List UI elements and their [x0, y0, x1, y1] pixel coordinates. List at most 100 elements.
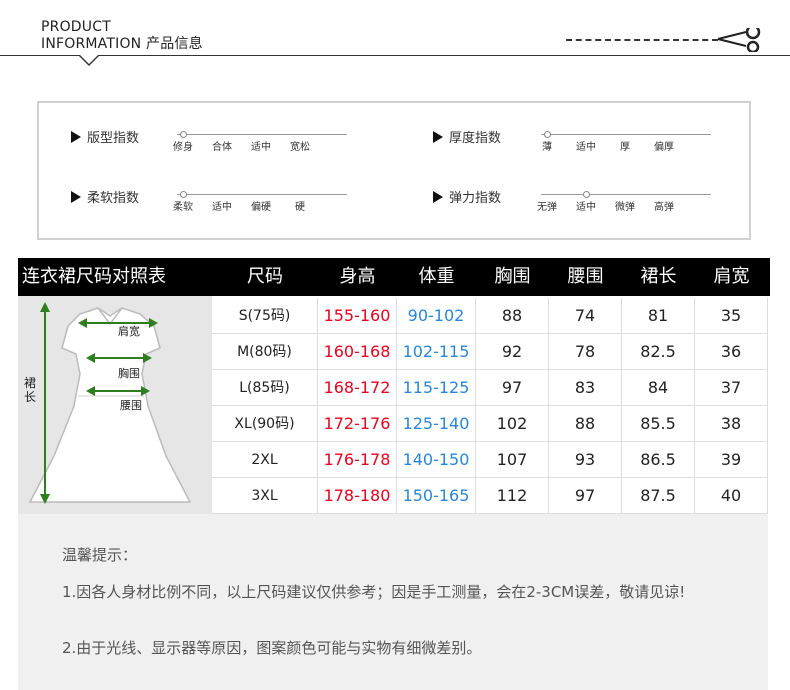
section-title-en: PRODUCT — [41, 19, 111, 35]
index-label: 弹力指数 — [449, 191, 502, 206]
cell-skirt-length: 85.5 — [622, 406, 695, 442]
index-row-thickness: 厚度指数 薄 适中 厚 偏厚 — [433, 127, 723, 157]
cell-chest: 92 — [476, 334, 549, 370]
col-header-size: 尺码 — [247, 266, 283, 287]
index-option: 薄 — [542, 142, 552, 153]
col-header-waist: 腰围 — [567, 266, 604, 287]
col-header-chest: 胸围 — [494, 266, 531, 287]
index-row-softness: 柔软指数 柔软 适中 偏硬 硬 — [71, 187, 351, 217]
table-row: 3XL 178-180 150-165 112 97 87.5 40 — [212, 478, 768, 514]
index-option: 硬 — [295, 202, 305, 213]
cell-chest: 97 — [476, 370, 549, 406]
index-marker-dot — [180, 191, 187, 198]
cell-waist: 88 — [549, 406, 622, 442]
table-row: L(85码) 168-172 115-125 97 83 84 37 — [212, 370, 768, 406]
index-option: 偏厚 — [654, 142, 674, 153]
cell-chest: 102 — [476, 406, 549, 442]
triangle-bullet-icon — [433, 130, 443, 143]
index-option: 适中 — [576, 142, 596, 153]
size-table-body: S(75码) 155-160 90-102 88 74 81 35 M(80码) 160-168… — [212, 296, 768, 514]
cell-waist: 74 — [549, 298, 622, 334]
cut-line — [566, 39, 718, 41]
tips-panel: 温馨提示： 1.因各人身材比例不同，以上尺码建议仅供参考；因是手工测量，会在2-… — [18, 514, 768, 690]
index-marker-dot — [583, 191, 590, 198]
index-label: 版型指数 — [87, 131, 140, 146]
cell-weight: 125-140 — [397, 406, 476, 442]
header-divider — [0, 55, 790, 56]
section-title: PRODUCT INFORMATION 产品信息 — [41, 19, 203, 53]
table-row: S(75码) 155-160 90-102 88 74 81 35 — [212, 298, 768, 334]
label-waist: 腰围 — [120, 399, 142, 412]
index-option: 适中 — [251, 142, 271, 153]
size-table-title: 连衣裙尺码对照表 — [22, 266, 166, 287]
dress-outline-icon — [28, 302, 192, 504]
cell-size: 2XL — [212, 442, 318, 478]
cell-skirt-length: 87.5 — [622, 478, 695, 514]
cell-waist: 97 — [549, 478, 622, 514]
cell-chest: 107 — [476, 442, 549, 478]
label-shoulder: 肩宽 — [118, 325, 140, 338]
cell-height: 168-172 — [318, 370, 397, 406]
triangle-bullet-icon — [71, 130, 81, 143]
tip-item-1: 1.因各人身材比例不同，以上尺码建议仅供参考；因是手工测量，会在2-3CM误差，… — [62, 583, 686, 601]
scissors-icon — [717, 28, 761, 52]
cell-waist: 93 — [549, 442, 622, 478]
cell-height: 155-160 — [318, 298, 397, 334]
col-header-skirt-length: 裙长 — [640, 266, 677, 287]
cell-weight: 115-125 — [397, 370, 476, 406]
tips-title: 温馨提示： — [62, 546, 138, 564]
index-option: 高弹 — [654, 202, 674, 213]
cell-weight: 102-115 — [397, 334, 476, 370]
cell-shoulder: 39 — [695, 442, 768, 478]
cell-size: M(80码) — [212, 334, 318, 370]
cell-skirt-length: 81 — [622, 298, 695, 334]
cell-chest: 112 — [476, 478, 549, 514]
label-chest: 胸围 — [118, 367, 140, 380]
index-marker-dot — [544, 131, 551, 138]
index-option: 适中 — [576, 202, 596, 213]
cell-shoulder: 40 — [695, 478, 768, 514]
col-header-shoulder: 肩宽 — [713, 266, 750, 287]
index-option: 合体 — [212, 142, 232, 153]
cell-waist: 78 — [549, 334, 622, 370]
cell-size: L(85码) — [212, 370, 318, 406]
index-option: 厚 — [620, 142, 630, 153]
index-label: 柔软指数 — [87, 191, 140, 206]
cell-height: 176-178 — [318, 442, 397, 478]
triangle-bullet-icon — [71, 190, 81, 203]
triangle-bullet-icon — [433, 190, 443, 203]
table-row: M(80码) 160-168 102-115 92 78 82.5 36 — [212, 334, 768, 370]
label-skirt-length: 裙 长 — [24, 376, 37, 404]
cell-size: 3XL — [212, 478, 318, 514]
cell-height: 178-180 — [318, 478, 397, 514]
index-option: 偏硬 — [251, 202, 271, 213]
index-row-fit: 版型指数 修身 合体 适中 宽松 — [71, 127, 351, 157]
index-label: 厚度指数 — [449, 131, 502, 146]
cell-waist: 83 — [549, 370, 622, 406]
index-scale — [541, 194, 711, 195]
col-header-weight: 体重 — [418, 266, 455, 287]
cell-skirt-length: 82.5 — [622, 334, 695, 370]
cell-height: 172-176 — [318, 406, 397, 442]
cell-skirt-length: 86.5 — [622, 442, 695, 478]
cell-shoulder: 37 — [695, 370, 768, 406]
size-table-header: 连衣裙尺码对照表 尺码 身高 体重 胸围 腰围 裙长 肩宽 — [18, 258, 770, 296]
cell-weight: 150-165 — [397, 478, 476, 514]
cell-size: S(75码) — [212, 298, 318, 334]
index-option: 无弹 — [537, 202, 557, 213]
table-row: XL(90码) 172-176 125-140 102 88 85.5 38 — [212, 406, 768, 442]
index-option: 适中 — [212, 202, 232, 213]
fit-index-panel: 版型指数 修身 合体 适中 宽松 厚度指数 薄适中厚偏厚 柔软指数 柔软 适中 偏硬硬 弹… — [37, 101, 751, 240]
cell-weight: 140-150 — [397, 442, 476, 478]
cell-size: XL(90码) — [212, 406, 318, 442]
cell-shoulder: 36 — [695, 334, 768, 370]
index-option: 修身 — [173, 142, 193, 153]
measurement-figure: 肩宽 胸围 腰围 裙 长 — [18, 296, 213, 514]
index-option: 宽松 — [290, 142, 310, 153]
cell-height: 160-168 — [318, 334, 397, 370]
table-row: 2XL 176-178 140-150 107 93 86.5 39 — [212, 442, 768, 478]
cell-weight: 90-102 — [397, 298, 476, 334]
index-scale — [177, 194, 347, 195]
index-option: 柔软 — [173, 202, 193, 213]
section-title-cn: INFORMATION 产品信息 — [41, 36, 203, 52]
